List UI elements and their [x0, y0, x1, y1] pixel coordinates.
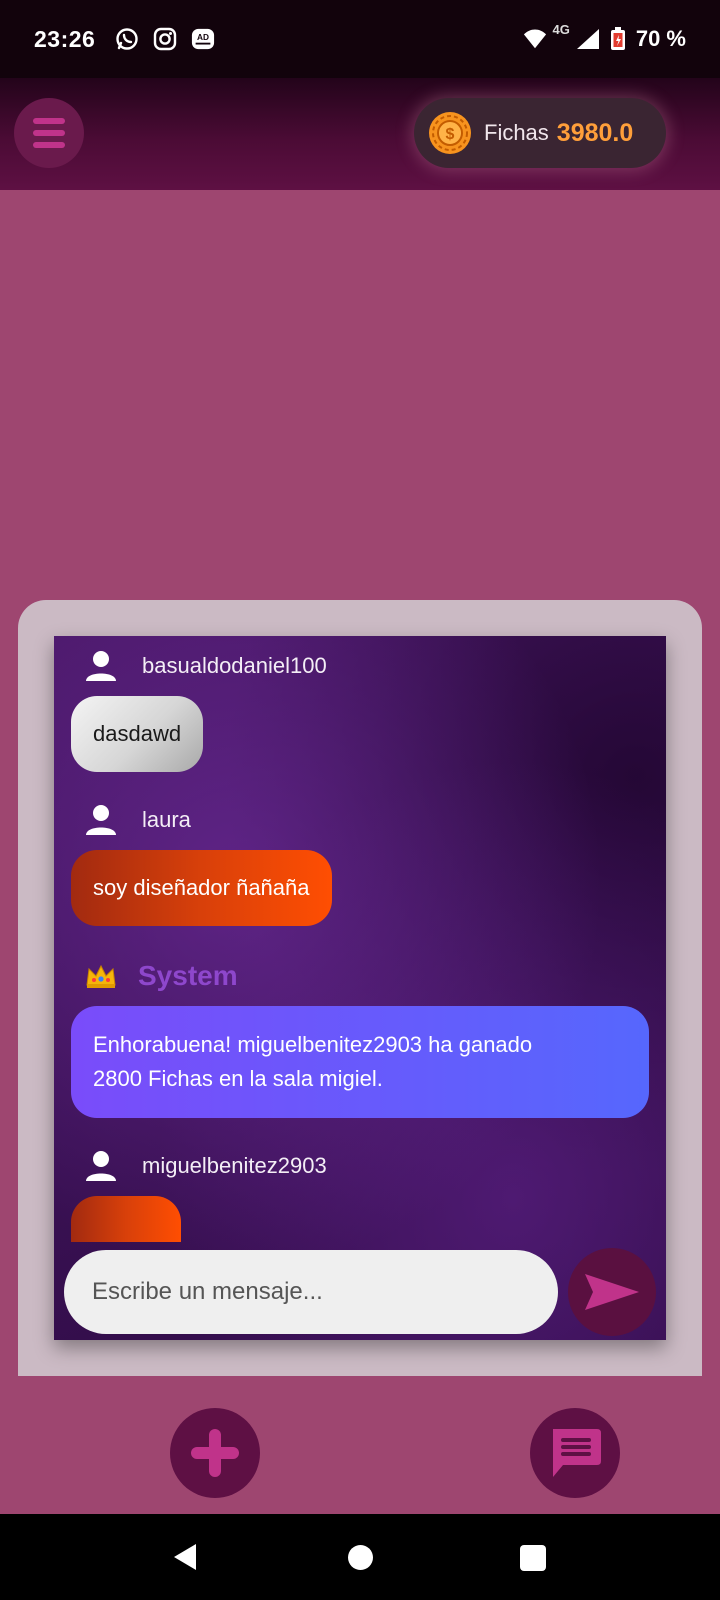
plus-icon	[191, 1429, 239, 1477]
coins-label: Fichas	[484, 120, 549, 145]
message-bubble: soy diseñador ñañaña	[71, 850, 332, 926]
user-icon	[86, 805, 116, 835]
message-author: miguelbenitez2903	[142, 1153, 327, 1178]
system-message-line: Enhorabuena! miguelbenitez2903 ha ganado	[93, 1032, 533, 1057]
message-text: soy diseñador ñañaña	[93, 875, 310, 900]
instagram-icon	[153, 27, 177, 51]
menu-icon-line	[33, 130, 65, 136]
home-icon[interactable]	[348, 1545, 373, 1570]
whatsapp-icon	[115, 27, 139, 51]
message-composer	[54, 1242, 666, 1340]
system-message-text: Enhorabuena! miguelbenitez2903 ha ganado…	[93, 1028, 532, 1096]
notification-icons: AD	[115, 27, 215, 51]
message-bubble: dasdawd	[71, 696, 204, 772]
send-button[interactable]	[568, 1248, 656, 1336]
chat-button[interactable]	[530, 1408, 620, 1498]
message-bubble	[71, 1196, 181, 1242]
coins-balance: $ Fichas 3980.0	[414, 98, 666, 168]
send-icon	[585, 1274, 639, 1310]
coins-value: 3980.0	[556, 118, 634, 147]
battery-level: 70 %	[635, 26, 686, 51]
chat-panel: basualdodaniel100 dasdawd laura soy dise…	[54, 636, 666, 1340]
battery-icon	[606, 27, 630, 51]
user-icon	[86, 1151, 116, 1181]
system-author: System	[138, 960, 238, 991]
ad-blocker-icon: AD	[191, 27, 215, 51]
message-author: laura	[142, 807, 191, 832]
message-author: basualdodaniel100	[142, 653, 327, 678]
message-text: dasdawd	[93, 721, 182, 746]
crown-icon	[86, 964, 116, 988]
status-time: 23:26	[34, 25, 96, 52]
app-bar: $ Fichas 3980.0	[0, 78, 720, 190]
recent-apps-icon[interactable]	[520, 1545, 546, 1571]
user-icon	[86, 651, 116, 681]
menu-icon-line	[33, 118, 65, 124]
system-message-bubble: Enhorabuena! miguelbenitez2903 ha ganado…	[71, 1006, 649, 1118]
menu-button[interactable]	[14, 98, 84, 168]
signal-icon	[576, 27, 600, 51]
message-header: System	[84, 956, 238, 996]
message-header: miguelbenitez2903	[84, 1146, 327, 1186]
wifi-icon	[523, 27, 547, 51]
ad-blocker-badge-text: AD	[197, 32, 209, 42]
svg-text:$: $	[446, 126, 455, 143]
coin-icon: $	[429, 112, 471, 154]
back-icon[interactable]	[172, 1542, 198, 1572]
add-button[interactable]	[170, 1408, 260, 1498]
network-label: 4G	[552, 22, 570, 37]
status-bar: 23:26 AD 4G 70 %	[0, 0, 720, 78]
message-list[interactable]: basualdodaniel100 dasdawd laura soy dise…	[54, 636, 666, 1242]
menu-icon-line	[33, 142, 65, 148]
system-message-line: 2800 Fichas en la sala migiel.	[93, 1066, 383, 1091]
message-input[interactable]	[64, 1250, 558, 1334]
chat-icon	[553, 1429, 601, 1477]
status-right: 4G 70 %	[523, 22, 686, 52]
message-header: laura	[84, 800, 191, 840]
navigation-bar	[0, 1514, 720, 1600]
message-header: basualdodaniel100	[84, 646, 327, 686]
